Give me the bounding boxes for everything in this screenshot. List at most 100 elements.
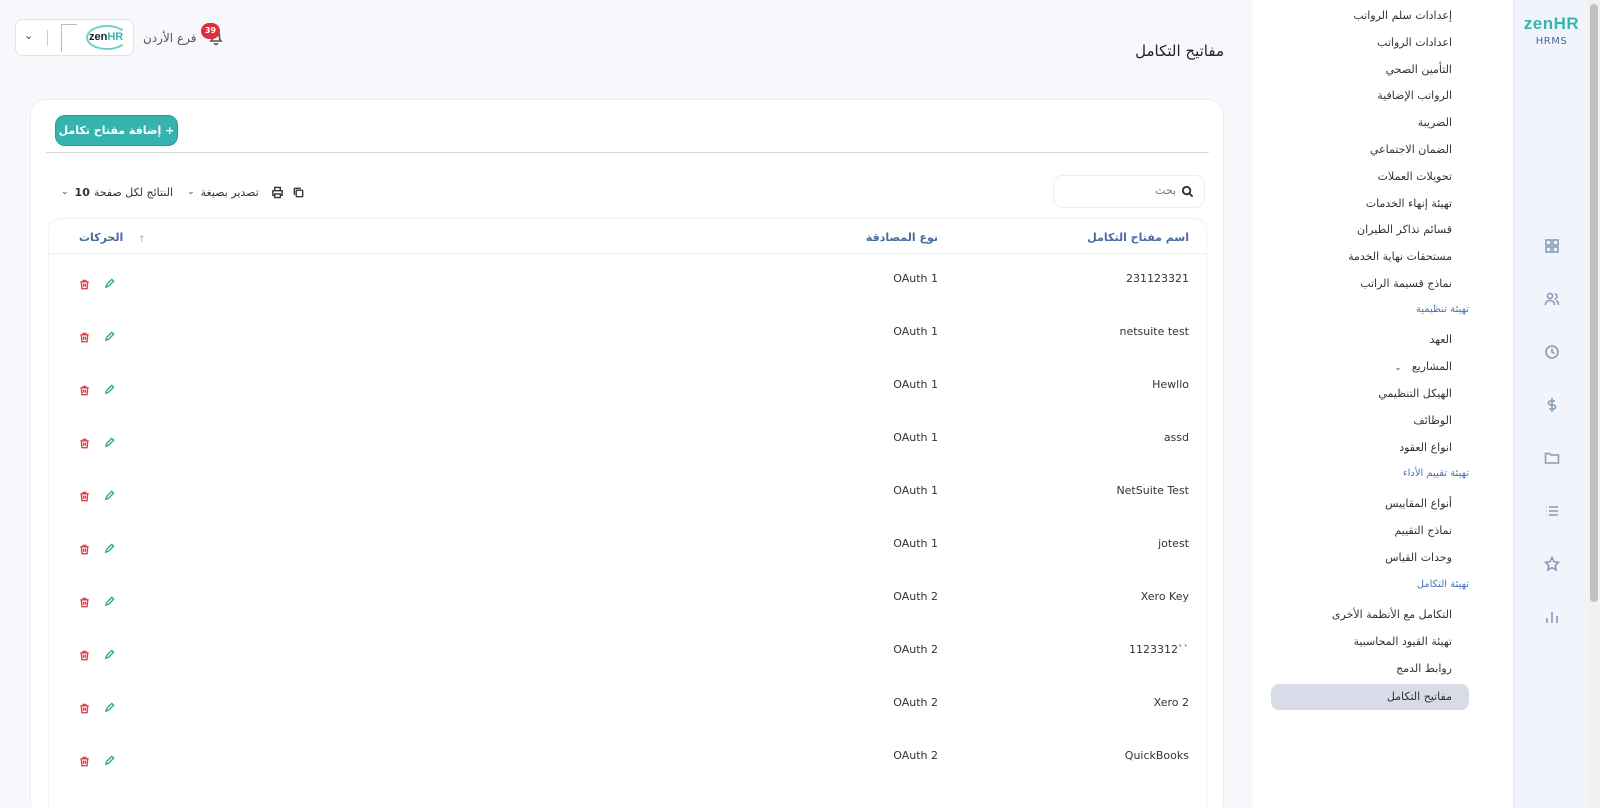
menu-item[interactable]: اعدادات الرواتب — [1377, 36, 1452, 49]
page-scrollbar[interactable] — [1588, 0, 1600, 808]
cell-key-name: 231123321 — [1126, 272, 1189, 285]
menu-item-active-label[interactable]: مفاتيح التكامل — [1387, 690, 1452, 703]
menu-item[interactable]: الرواتب الإضافية — [1377, 89, 1452, 102]
zenhr-logo[interactable]: zenHR HRMS — [1514, 14, 1589, 47]
search-box[interactable] — [1053, 175, 1205, 208]
cell-key-name: Xero Key — [1140, 590, 1189, 603]
search-icon — [1181, 185, 1194, 201]
menu-item[interactable]: إعدادات سلم الرواتب — [1353, 9, 1452, 22]
export-select[interactable]: ⌄ تصدير بصيغة — [187, 186, 259, 199]
menu-item[interactable]: التكامل مع الأنظمة الأخرى — [1332, 608, 1452, 621]
list-icon[interactable] — [1543, 502, 1561, 520]
table-row: assd OAuth 1 — [49, 418, 1206, 471]
edit-icon[interactable] — [104, 755, 116, 767]
menu-item[interactable]: الضريبة — [1418, 116, 1452, 129]
product-name: HRMS — [1535, 36, 1568, 47]
menu-item[interactable]: روابط الدمج — [1396, 662, 1452, 675]
menu-item[interactable]: أنواع المقاييس — [1385, 497, 1452, 510]
per-page-select[interactable]: ⌄ 10 النتائج لكل صفحة — [61, 186, 173, 199]
menu-item-projects[interactable]: المشاريع ⌄ — [1394, 360, 1452, 373]
dashboard-icon[interactable] — [1543, 237, 1561, 255]
chart-icon[interactable] — [1543, 608, 1561, 626]
edit-icon[interactable] — [104, 649, 116, 661]
table-row: Xero 2 OAuth 2 — [49, 683, 1206, 736]
copy-icon[interactable] — [292, 186, 305, 199]
export-label: تصدير بصيغة — [200, 185, 259, 199]
edit-icon[interactable] — [104, 331, 116, 343]
table-row: 1123312`` OAuth 2 — [49, 630, 1206, 683]
cell-key-name: 1123312`` — [1129, 643, 1189, 656]
delete-icon[interactable] — [79, 544, 91, 556]
cell-key-name: netsuite test — [1119, 325, 1189, 338]
cell-auth-type: OAuth 2 — [893, 590, 938, 603]
menu-item[interactable]: العهد — [1429, 333, 1452, 346]
menu-item[interactable]: الهيكل التنظيمي — [1378, 387, 1452, 400]
table-tools: ⌄ 10 النتائج لكل صفحة ⌄ تصدير بصيغة — [61, 184, 305, 200]
delete-icon[interactable] — [79, 385, 91, 397]
print-icon[interactable] — [271, 186, 284, 199]
menu-section-org: تهيئة تنظيمية — [1415, 304, 1469, 315]
search-input[interactable] — [1066, 184, 1176, 197]
menu-item[interactable]: الوظائف — [1413, 414, 1452, 427]
delete-icon[interactable] — [79, 438, 91, 450]
logo-accent: HR — [107, 31, 124, 43]
menu-item[interactable]: وحدات القياس — [1385, 551, 1452, 564]
delete-icon[interactable] — [79, 756, 91, 768]
chevron-down-icon: ⌄ — [1394, 363, 1402, 373]
table-row: Hewllo OAuth 1 — [49, 365, 1206, 418]
menu-item[interactable]: تهيئة إنهاء الخدمات — [1366, 197, 1452, 210]
column-header-name[interactable]: اسم مفتاح التكامل — [1087, 231, 1189, 244]
company-switcher[interactable]: ⌄ zenHR — [15, 19, 134, 56]
edit-icon[interactable] — [104, 437, 116, 449]
menu-item[interactable]: تحويلات العملات — [1378, 170, 1452, 183]
edit-icon[interactable] — [104, 596, 116, 608]
settings-menu: إعدادات سلم الرواتب اعدادات الرواتب التأ… — [1252, 0, 1513, 808]
menu-item[interactable]: انواع العقود — [1399, 441, 1452, 454]
branch-name[interactable]: فرع الأردن — [143, 31, 196, 45]
column-header-auth[interactable]: نوع المصادقة — [866, 231, 938, 244]
content-card: + إضافة مفتاح تكامل ⌄ 10 النتائج لكل صفح… — [30, 99, 1224, 808]
chevron-down-icon: ⌄ — [187, 187, 195, 197]
cell-key-name: QuickBooks — [1124, 749, 1189, 762]
folder-icon[interactable] — [1543, 449, 1561, 467]
delete-icon[interactable] — [79, 332, 91, 344]
menu-item[interactable]: التأمين الصحي — [1386, 63, 1452, 76]
menu-item[interactable]: تهيئة القيود المحاسبية — [1353, 635, 1452, 648]
add-integration-key-button[interactable]: + إضافة مفتاح تكامل — [55, 115, 178, 146]
edit-icon[interactable] — [104, 543, 116, 555]
delete-icon[interactable] — [79, 491, 91, 503]
users-icon[interactable] — [1543, 290, 1561, 308]
menu-item[interactable]: قسائم تذاكر الطيران — [1357, 223, 1452, 236]
menu-item-label: المشاريع — [1411, 360, 1452, 373]
chevron-down-icon[interactable]: ⌄ — [24, 29, 33, 42]
edit-icon[interactable] — [104, 384, 116, 396]
edit-icon[interactable] — [104, 490, 116, 502]
cell-auth-type: OAuth 2 — [893, 643, 938, 656]
table-row: jotest OAuth 1 — [49, 524, 1206, 577]
dollar-icon[interactable] — [1543, 396, 1561, 414]
user-avatar — [61, 24, 77, 52]
menu-item[interactable]: الضمان الاجتماعي — [1370, 143, 1452, 156]
sort-icon[interactable]: ↑ — [138, 235, 146, 245]
per-page-value: 10 — [74, 185, 90, 199]
header-divider — [49, 253, 1206, 254]
menu-item[interactable]: مستحقات نهاية الخدمة — [1348, 250, 1452, 263]
scrollbar-thumb[interactable] — [1590, 4, 1598, 602]
clock-icon[interactable] — [1543, 343, 1561, 361]
cell-auth-type: OAuth 1 — [893, 378, 938, 391]
star-icon[interactable] — [1543, 555, 1561, 573]
delete-icon[interactable] — [79, 279, 91, 291]
cell-auth-type: OAuth 1 — [893, 484, 938, 497]
edit-icon[interactable] — [104, 702, 116, 714]
menu-section-integ: تهيئة التكامل — [1416, 579, 1469, 590]
menu-item[interactable]: نماذج التقييم — [1394, 524, 1452, 537]
nav-rail: zenHR HRMS — [1513, 0, 1588, 808]
page-title: مفاتيح التكامل — [1135, 42, 1224, 60]
delete-icon[interactable] — [79, 650, 91, 662]
edit-icon[interactable] — [104, 278, 116, 290]
cell-auth-type: OAuth 1 — [893, 272, 938, 285]
divider — [46, 152, 1209, 153]
delete-icon[interactable] — [79, 597, 91, 609]
menu-item[interactable]: نماذج قسيمة الراتب — [1360, 277, 1452, 290]
delete-icon[interactable] — [79, 703, 91, 715]
